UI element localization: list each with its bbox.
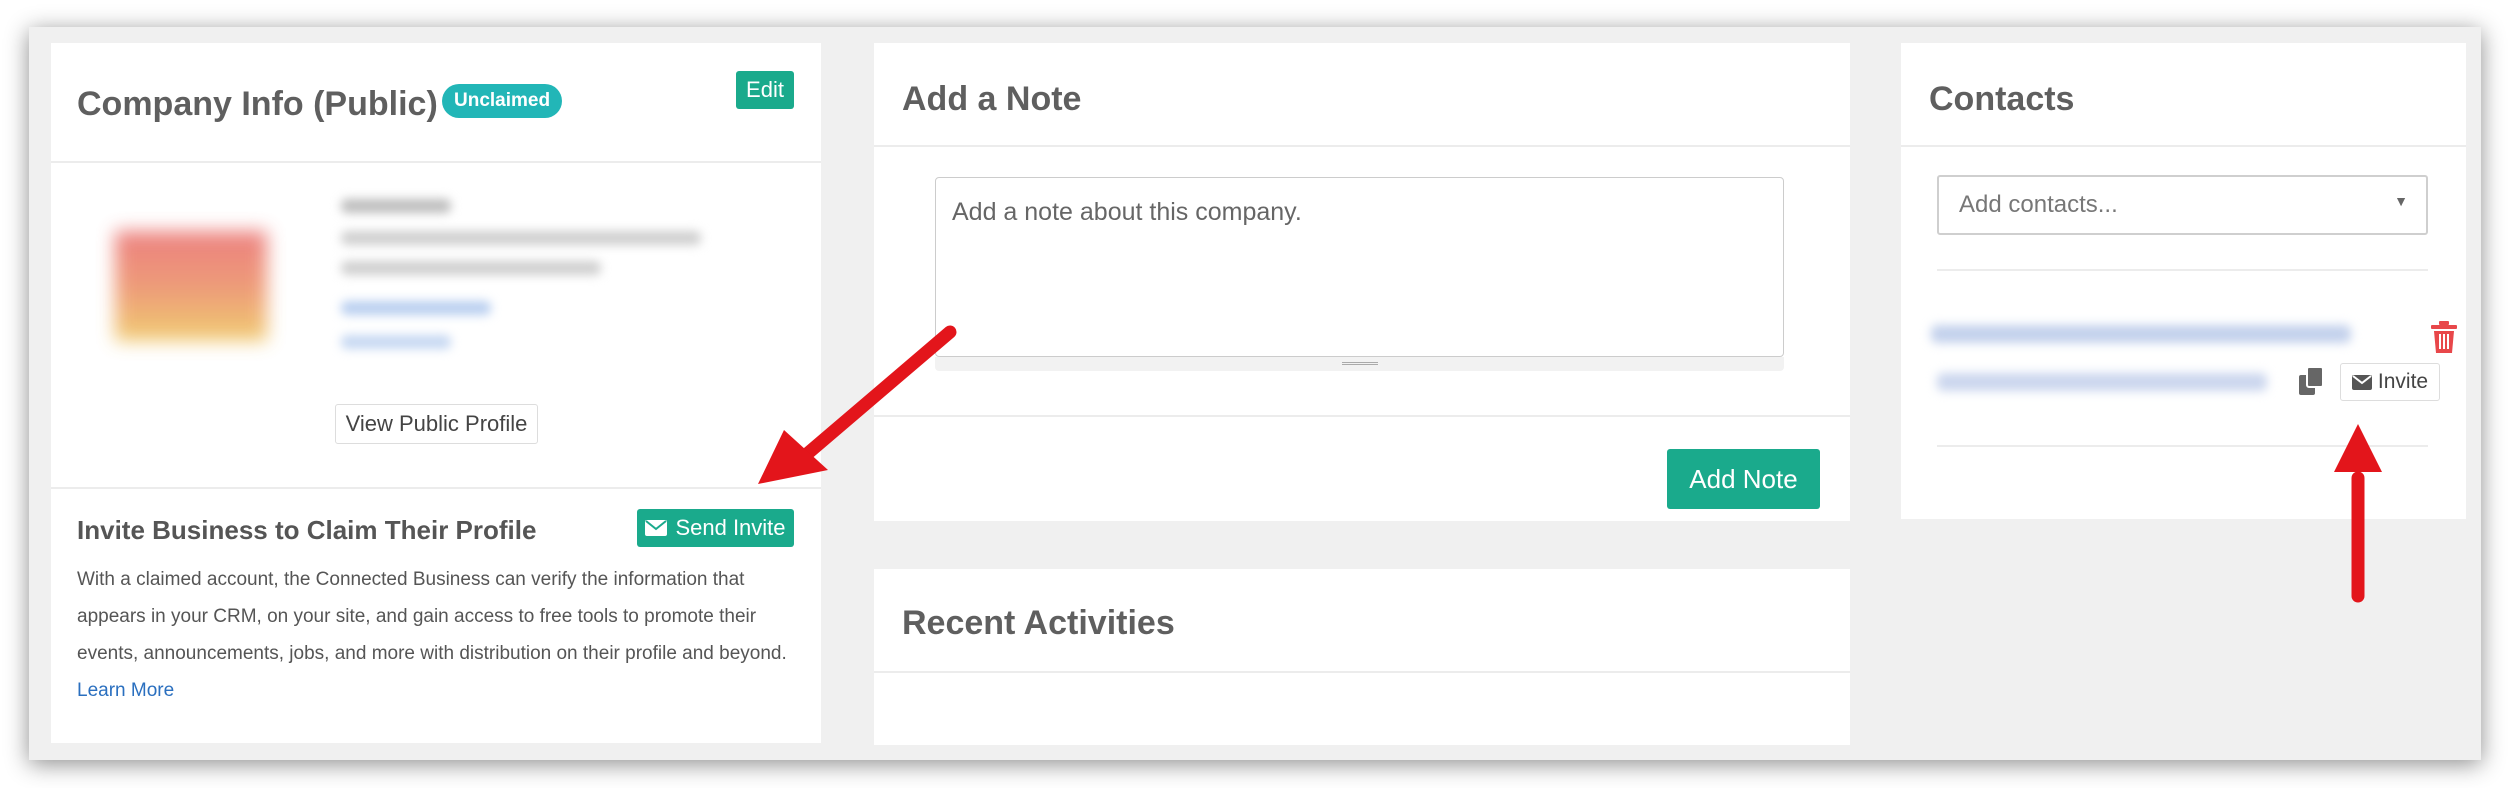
edit-button[interactable]: Edit: [736, 71, 794, 109]
recent-activities-title: Recent Activities: [902, 604, 1175, 642]
add-note-button[interactable]: Add Note: [1667, 449, 1820, 509]
copy-icon[interactable]: [2299, 367, 2325, 397]
contacts-title: Contacts: [1929, 80, 2075, 118]
envelope-icon: [2351, 374, 2372, 390]
redacted-contact-name: [1931, 325, 2351, 343]
redacted-link: [341, 335, 451, 349]
invite-label: Invite: [2377, 370, 2429, 393]
invite-section-title: Invite Business to Claim Their Profile: [77, 515, 537, 545]
send-invite-label: Send Invite: [675, 515, 786, 540]
annotation-arrow-invite-contact: [2334, 424, 2382, 603]
divider: [874, 145, 1850, 147]
redacted-contact-email: [1937, 373, 2267, 391]
divider: [51, 161, 821, 163]
annotation-arrow-send-invite: [758, 325, 957, 484]
invite-description-text: With a claimed account, the Connected Bu…: [77, 569, 787, 664]
add-note-panel: Add a Note Add Note: [874, 43, 1850, 521]
divider: [1937, 269, 2428, 271]
textarea-resize-handle[interactable]: [935, 357, 1784, 371]
add-contacts-select[interactable]: Add contacts... ▼: [1937, 175, 2428, 235]
add-contacts-placeholder: Add contacts...: [1959, 191, 2118, 218]
redacted-link: [341, 301, 491, 315]
divider: [874, 415, 1850, 417]
redacted-text: [341, 199, 451, 213]
caret-down-icon: ▼: [2394, 193, 2408, 209]
redacted-text: [341, 261, 601, 275]
trash-icon[interactable]: [2431, 321, 2457, 353]
resize-grip-icon: [1342, 362, 1378, 365]
redacted-text: [341, 231, 701, 245]
company-info-panel: Company Info (Public) Unclaimed Edit Vie…: [51, 43, 821, 743]
note-textarea[interactable]: [936, 178, 1783, 356]
divider: [874, 671, 1850, 673]
send-invite-button[interactable]: Send Invite: [637, 509, 794, 547]
add-note-title: Add a Note: [902, 80, 1082, 118]
recent-activities-panel: Recent Activities: [874, 569, 1850, 745]
learn-more-link[interactable]: Learn More: [77, 680, 174, 701]
divider: [51, 487, 821, 489]
unclaimed-badge: Unclaimed: [442, 84, 563, 118]
company-info-title: Company Info (Public): [77, 85, 438, 123]
envelope-icon: [645, 520, 668, 536]
invite-description: With a claimed account, the Connected Bu…: [77, 561, 797, 709]
view-public-profile-button[interactable]: View Public Profile: [335, 404, 538, 444]
note-textarea-wrapper: [935, 177, 1784, 357]
company-logo: [115, 231, 267, 341]
invite-contact-button[interactable]: Invite: [2340, 363, 2440, 401]
app-frame: Company Info (Public) Unclaimed Edit Vie…: [29, 27, 2481, 760]
divider: [1901, 145, 2466, 147]
